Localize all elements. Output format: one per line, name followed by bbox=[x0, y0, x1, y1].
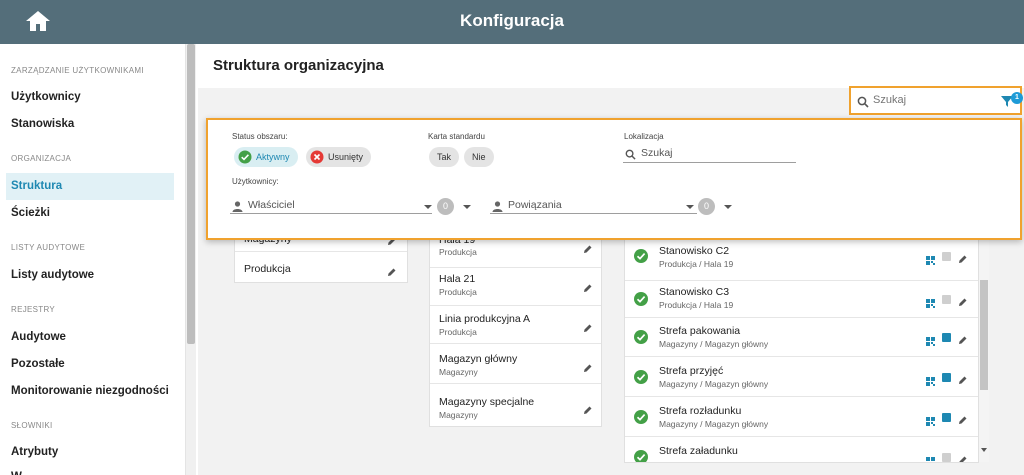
close-circle-icon bbox=[310, 150, 324, 171]
edit-pencil-icon[interactable] bbox=[387, 264, 397, 282]
sidebar-section-audit-lists: LISTY AUDYTOWE bbox=[11, 243, 86, 252]
links-select[interactable]: Powiązania bbox=[490, 196, 697, 214]
person-icon bbox=[492, 199, 503, 217]
qr-code-icon[interactable] bbox=[926, 413, 935, 426]
edit-pencil-icon[interactable] bbox=[958, 372, 968, 390]
active-check-icon bbox=[634, 249, 648, 268]
sidebar-scrollbar-thumb[interactable] bbox=[187, 44, 195, 344]
edit-pencil-icon[interactable] bbox=[583, 402, 593, 420]
active-check-icon bbox=[634, 410, 648, 429]
sidebar-section-registers: REJESTRY bbox=[11, 305, 56, 314]
edit-pencil-icon[interactable] bbox=[958, 412, 968, 430]
edit-pencil-icon[interactable] bbox=[958, 452, 968, 462]
pdf-icon[interactable] bbox=[942, 373, 951, 382]
users-label: Użytkownicy: bbox=[232, 177, 279, 186]
active-check-icon bbox=[634, 450, 648, 462]
sidebar-item-attributes[interactable]: Atrybuty bbox=[6, 439, 174, 466]
sidebar: ZARZĄDZANIE UŻYTKOWNIKAMI Użytkownicy St… bbox=[0, 44, 186, 475]
list-item[interactable]: Strefa rozładunku Magazyny / Magazyn głó… bbox=[625, 397, 978, 437]
pdf-icon[interactable] bbox=[942, 295, 951, 304]
person-icon bbox=[232, 199, 243, 217]
check-circle-icon bbox=[238, 150, 252, 171]
list-item[interactable]: Hala 21 Produkcja bbox=[430, 268, 601, 306]
standard-card-no-chip[interactable]: Nie bbox=[464, 147, 494, 167]
list-item[interactable]: Magazyny specjalne Magazyny bbox=[430, 384, 601, 428]
sidebar-item-users[interactable]: Użytkownicy bbox=[6, 84, 174, 111]
active-check-icon bbox=[634, 292, 648, 311]
location-search-field[interactable]: Szukaj bbox=[623, 145, 796, 163]
sidebar-item-audit-lists[interactable]: Listy audytowe bbox=[6, 262, 174, 289]
search-box[interactable]: 1 bbox=[849, 86, 1023, 115]
active-check-icon bbox=[634, 370, 648, 389]
column-level-3: Stanowisko C2 Produkcja / Hala 19 Stanow… bbox=[624, 225, 979, 463]
qr-code-icon[interactable] bbox=[926, 333, 935, 346]
owner-select[interactable]: Właściciel bbox=[230, 196, 432, 214]
search-icon bbox=[625, 147, 636, 165]
pdf-icon[interactable] bbox=[942, 413, 951, 422]
edit-pencil-icon[interactable] bbox=[583, 280, 593, 298]
standard-card-label: Karta standardu bbox=[428, 132, 485, 141]
edit-pencil-icon[interactable] bbox=[583, 241, 593, 259]
filter-count-badge: 1 bbox=[1011, 92, 1023, 104]
qr-code-icon[interactable] bbox=[926, 252, 935, 265]
search-icon bbox=[857, 95, 869, 113]
list-item[interactable]: Magazyn główny Magazyny bbox=[430, 344, 601, 384]
owner-count-badge: 0 bbox=[437, 198, 454, 215]
sidebar-item-other-registers[interactable]: Pozostałe bbox=[6, 351, 174, 378]
sidebar-section-users: ZARZĄDZANIE UŻYTKOWNIKAMI bbox=[11, 66, 144, 75]
home-icon[interactable] bbox=[25, 9, 51, 33]
list-item[interactable]: Produkcja bbox=[235, 252, 407, 284]
edit-pencil-icon[interactable] bbox=[583, 320, 593, 338]
sidebar-item-structure[interactable]: Struktura bbox=[6, 173, 174, 200]
sidebar-section-dictionaries: SŁOWNIKI bbox=[11, 421, 53, 430]
sidebar-item-positions[interactable]: Stanowiska bbox=[6, 111, 174, 138]
search-input[interactable] bbox=[873, 94, 993, 106]
app-title: Konfiguracja bbox=[460, 11, 564, 30]
owner-count-dropdown-icon[interactable] bbox=[463, 205, 471, 209]
edit-pencil-icon[interactable] bbox=[958, 332, 968, 350]
pdf-icon[interactable] bbox=[942, 252, 951, 261]
active-check-icon bbox=[634, 330, 648, 349]
page-title: Struktura organizacyjna bbox=[213, 57, 384, 74]
qr-code-icon[interactable] bbox=[926, 295, 935, 308]
list-item[interactable]: Strefa pakowania Magazyny / Magazyn głów… bbox=[625, 318, 978, 357]
list-scrollbar-thumb[interactable] bbox=[980, 280, 988, 390]
status-deleted-chip[interactable]: Usunięty bbox=[306, 147, 372, 167]
status-label: Status obszaru: bbox=[232, 132, 288, 141]
list-item[interactable]: Linia produkcyjna A Produkcja bbox=[430, 306, 601, 344]
links-count-badge: 0 bbox=[698, 198, 715, 215]
filter-panel: Status obszaru: Aktywny Usunięty Karta s… bbox=[206, 118, 1022, 240]
qr-code-icon[interactable] bbox=[926, 453, 935, 462]
column-level-2: Hala 19 Produkcja Hala 21 Produkcja Lini… bbox=[429, 225, 602, 427]
edit-pencil-icon[interactable] bbox=[958, 294, 968, 312]
list-item[interactable]: Stanowisko C3 Produkcja / Hala 19 bbox=[625, 281, 978, 318]
sidebar-section-organization: ORGANIZACJA bbox=[11, 154, 72, 163]
list-item[interactable]: Strefa załadunku bbox=[625, 437, 978, 462]
qr-code-icon[interactable] bbox=[926, 373, 935, 386]
sidebar-item-audit-registers[interactable]: Audytowe bbox=[6, 324, 174, 351]
location-label: Lokalizacja bbox=[624, 132, 664, 141]
sidebar-item-next[interactable]: W... bbox=[6, 464, 174, 475]
links-count-dropdown-icon[interactable] bbox=[724, 205, 732, 209]
status-active-chip[interactable]: Aktywny bbox=[234, 147, 298, 167]
scroll-down-icon[interactable] bbox=[981, 448, 987, 452]
sidebar-item-nonconformity-monitoring[interactable]: Monitorowanie niezgodności bbox=[6, 378, 174, 405]
pdf-icon[interactable] bbox=[942, 453, 951, 462]
owner-dropdown-icon[interactable] bbox=[424, 205, 432, 209]
links-dropdown-icon[interactable] bbox=[686, 205, 694, 209]
sidebar-item-paths[interactable]: Ścieżki bbox=[6, 200, 174, 227]
standard-card-yes-chip[interactable]: Tak bbox=[429, 147, 460, 167]
list-item[interactable]: Strefa przyjęć Magazyny / Magazyn główny bbox=[625, 357, 978, 397]
pdf-icon[interactable] bbox=[942, 333, 951, 342]
edit-pencil-icon[interactable] bbox=[958, 251, 968, 269]
edit-pencil-icon[interactable] bbox=[583, 360, 593, 378]
